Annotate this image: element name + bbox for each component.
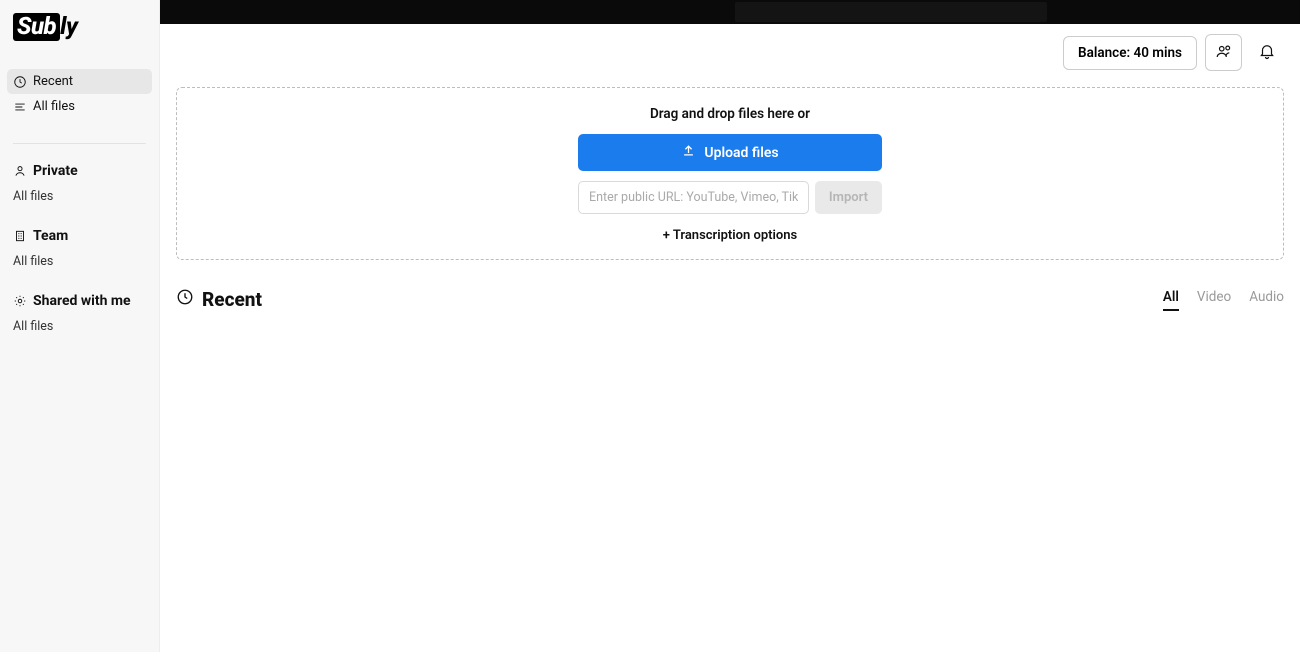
- sidebar-item-all-files[interactable]: All files: [7, 94, 152, 119]
- building-icon: [13, 229, 27, 243]
- sidebar-section-team[interactable]: Team: [7, 223, 152, 249]
- divider: [13, 143, 146, 144]
- section-title: Recent: [176, 288, 262, 311]
- notifications-button[interactable]: [1250, 36, 1284, 70]
- header: Balance: 40 mins: [160, 24, 1300, 71]
- plus-icon[interactable]: [132, 164, 146, 178]
- sidebar-item-team-all[interactable]: All files: [7, 249, 152, 274]
- main: Balance: 40 mins Drag and drop files her…: [160, 0, 1300, 652]
- sidebar: Subly Recent All files: [0, 0, 160, 652]
- sidebar-section-label: Private: [33, 163, 78, 179]
- sidebar-section-shared[interactable]: Shared with me: [7, 288, 152, 314]
- sidebar-item-label: Recent: [33, 74, 73, 89]
- tab-all[interactable]: All: [1163, 289, 1179, 311]
- bell-icon: [1258, 42, 1276, 64]
- section-title-text: Recent: [202, 288, 262, 311]
- dropzone-text: Drag and drop files here or: [578, 106, 882, 122]
- user-icon: [13, 164, 27, 178]
- import-button[interactable]: Import: [815, 181, 882, 214]
- gear-icon: [13, 294, 27, 308]
- tab-video[interactable]: Video: [1197, 289, 1231, 311]
- transcription-options-link[interactable]: + Transcription options: [578, 228, 882, 243]
- logo-text-tail: ly: [60, 12, 77, 40]
- clock-icon: [176, 288, 194, 311]
- sidebar-item-label: All files: [13, 254, 53, 269]
- plus-icon[interactable]: [132, 229, 146, 243]
- transcription-options-label: + Transcription options: [663, 228, 797, 243]
- url-input[interactable]: [578, 181, 809, 214]
- sidebar-item-shared-all[interactable]: All files: [7, 314, 152, 339]
- balance-button[interactable]: Balance: 40 mins: [1063, 36, 1197, 70]
- sidebar-section-label: Team: [33, 228, 68, 244]
- sidebar-section-private[interactable]: Private: [7, 158, 152, 184]
- upload-label: Upload files: [704, 145, 778, 161]
- upload-files-button[interactable]: Upload files: [578, 134, 882, 171]
- balance-label: Balance: 40 mins: [1078, 45, 1182, 61]
- sidebar-section-label: Shared with me: [33, 293, 131, 309]
- sidebar-item-label: All files: [33, 99, 75, 114]
- sidebar-item-recent[interactable]: Recent: [7, 69, 152, 94]
- filter-tabs: All Video Audio: [1163, 289, 1284, 311]
- clock-icon: [13, 75, 27, 89]
- list-icon: [13, 100, 27, 114]
- sidebar-item-private-all[interactable]: All files: [7, 184, 152, 209]
- invite-button[interactable]: [1205, 34, 1242, 71]
- upload-icon: [681, 143, 696, 162]
- sidebar-item-label: All files: [13, 319, 53, 334]
- top-dark-bar: [160, 0, 1300, 24]
- logo-text-boxed: Sub: [17, 14, 56, 38]
- users-icon: [1215, 42, 1233, 64]
- sidebar-item-label: All files: [13, 189, 53, 204]
- import-label: Import: [829, 190, 868, 205]
- tab-audio[interactable]: Audio: [1249, 289, 1284, 311]
- dropzone[interactable]: Drag and drop files here or Upload files…: [176, 87, 1284, 260]
- logo[interactable]: Subly: [13, 12, 152, 41]
